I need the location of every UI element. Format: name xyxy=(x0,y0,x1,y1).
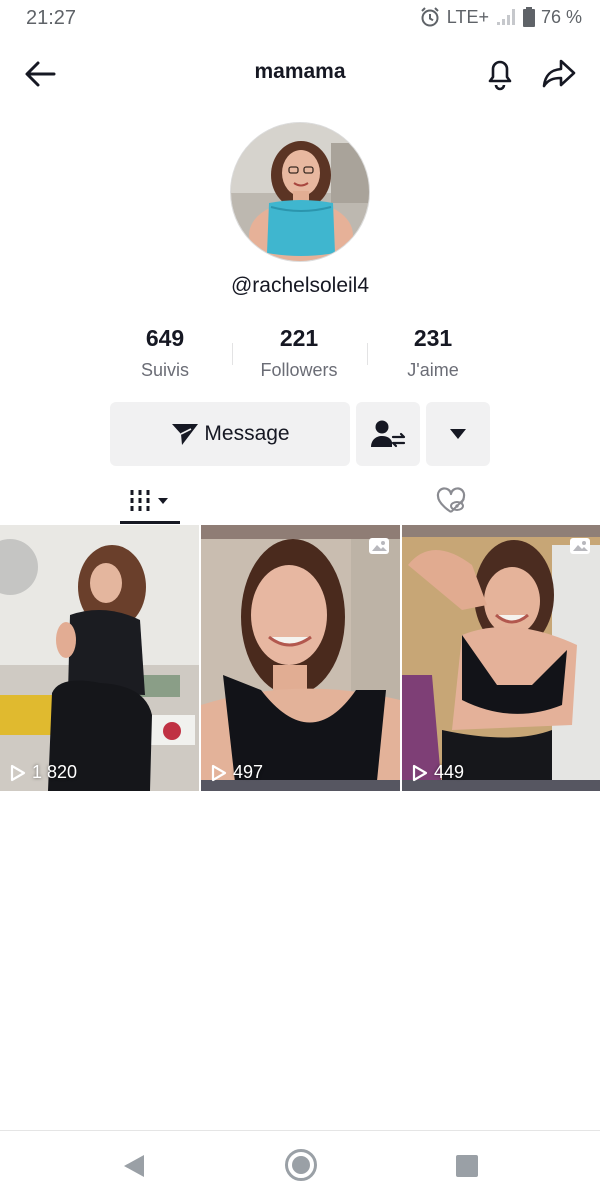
nav-home-button[interactable] xyxy=(284,1148,318,1187)
stat-likes-value: 231 xyxy=(413,325,453,351)
play-icon xyxy=(211,764,227,781)
nav-back-button[interactable] xyxy=(122,1153,146,1184)
stat-followers-value: 221 xyxy=(279,325,319,351)
nav-home-icon xyxy=(285,1149,317,1181)
share-icon xyxy=(542,59,576,88)
tab-liked[interactable] xyxy=(426,478,476,524)
photo-post-icon xyxy=(569,537,591,555)
play-icon xyxy=(412,764,428,781)
bell-icon xyxy=(488,60,512,91)
send-icon xyxy=(172,424,199,445)
video-thumbnail xyxy=(402,525,600,791)
video-tile[interactable]: 497 xyxy=(201,525,400,791)
profile-stats: 649 Suivis 221 Followers 231 J'aime xyxy=(98,325,502,385)
stat-following[interactable]: 649 Suivis xyxy=(98,325,232,385)
follow-swap-icon xyxy=(371,420,406,448)
video-tile[interactable]: 449 xyxy=(402,525,600,791)
stat-followers-label: Followers xyxy=(260,360,338,380)
alarm-icon xyxy=(419,6,441,28)
liked-hidden-icon xyxy=(436,487,466,513)
message-button[interactable]: Message xyxy=(110,402,350,466)
stat-followers[interactable]: 221 Followers xyxy=(232,325,366,385)
more-options-button[interactable] xyxy=(426,402,490,466)
video-views: 449 xyxy=(412,762,464,783)
video-views-count: 449 xyxy=(434,762,465,782)
status-icons: LTE+ 76 % xyxy=(419,6,582,28)
stat-following-label: Suivis xyxy=(140,360,189,380)
video-views-count: 497 xyxy=(233,762,264,782)
tab-videos[interactable] xyxy=(120,478,180,524)
status-time: 21:27 xyxy=(26,7,77,29)
video-thumbnail xyxy=(0,525,199,791)
stat-following-value: 649 xyxy=(145,325,185,351)
profile-username: @rachelsoleil4 xyxy=(230,274,370,297)
photo-post-icon xyxy=(368,537,390,555)
content-tabs xyxy=(0,478,600,526)
battery-icon xyxy=(522,7,535,27)
video-views: 497 xyxy=(211,762,263,783)
nav-back-icon xyxy=(124,1155,144,1177)
stat-likes[interactable]: 231 J'aime xyxy=(366,325,500,385)
stat-likes-label: J'aime xyxy=(407,360,459,380)
follow-swap-button[interactable] xyxy=(356,402,420,466)
stat-divider xyxy=(367,343,368,365)
status-bar: 21:27 LTE+ 76 % xyxy=(0,0,600,38)
grid-videos-icon xyxy=(130,490,168,512)
notifications-button[interactable] xyxy=(482,54,518,92)
share-button[interactable] xyxy=(540,54,578,92)
video-tile[interactable]: 1 820 xyxy=(0,525,199,791)
nav-recent-icon xyxy=(456,1155,478,1177)
network-type: LTE+ xyxy=(446,6,489,27)
video-views: 1 820 xyxy=(10,762,77,783)
stat-divider xyxy=(232,343,233,365)
play-icon xyxy=(10,764,26,781)
profile-header: mamama xyxy=(0,50,600,96)
battery-level: 76 % xyxy=(540,6,582,27)
video-thumbnail xyxy=(201,525,400,791)
dropdown-triangle-icon xyxy=(450,429,466,439)
system-nav-bar xyxy=(0,1130,600,1200)
signal-icon xyxy=(495,7,517,27)
video-views-count: 1 820 xyxy=(32,762,78,782)
tab-active-indicator xyxy=(120,521,180,524)
video-grid: 1 820 497 449 xyxy=(0,525,600,791)
avatar[interactable] xyxy=(230,122,370,262)
message-label: Message xyxy=(204,422,290,445)
nav-recent-button[interactable] xyxy=(456,1155,478,1182)
